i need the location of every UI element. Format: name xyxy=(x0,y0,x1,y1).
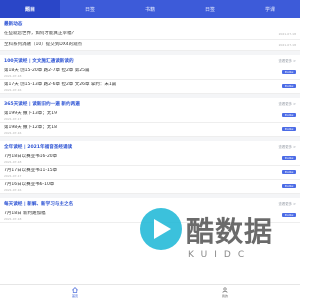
reading-item[interactable]: 7月18日 新约路加福 2021-07-18 Pratilai xyxy=(0,209,300,223)
plan-section-header: 每天读经 | 新解、新学习与主之名 查看更多 > xyxy=(0,198,300,209)
read-badge[interactable]: Pratilai xyxy=(282,184,296,188)
reading-item[interactable]: 第18天 创15-20章 路2-7章 拉2章 第25篇 2021-07-18 P… xyxy=(0,66,300,80)
read-badge[interactable]: Pratilai xyxy=(282,113,296,117)
reading-item-date: 2021-07-18 xyxy=(4,217,22,221)
plan-section-title: 每天读经 | 新解、新学习与主之名 xyxy=(4,201,74,207)
read-badge[interactable]: Pratilai xyxy=(282,213,296,217)
tab-2[interactable]: 日签 xyxy=(60,0,120,18)
news-section-header: 最新动态 xyxy=(0,18,300,29)
reading-item[interactable]: 7月16日以赛亚书6-10章 2021-07-16 Pratilai xyxy=(0,180,300,194)
read-badge[interactable]: Pratilai xyxy=(282,84,296,88)
nav-me-label: 我的 xyxy=(221,294,228,298)
top-tab-bar: 题目 日签 书籍 日签 学课 xyxy=(0,0,300,18)
reading-item[interactable]: 7月18日以赛亚书16-20章 2021-07-18 Pratilai xyxy=(0,152,300,166)
view-more-link[interactable]: 查看更多 > xyxy=(279,101,296,106)
reading-item-date: 2021-07-18 xyxy=(4,74,22,78)
tab-3[interactable]: 书籍 xyxy=(120,0,180,18)
plan-section-header: 100天读经 | 文文施汇通读新读的 查看更多 > xyxy=(0,55,300,66)
bottom-nav-bar: 首页 我的 xyxy=(0,284,300,300)
news-item-date: 2021-07-18 xyxy=(278,43,296,47)
read-badge[interactable]: Pratilai xyxy=(282,70,296,74)
user-icon xyxy=(222,287,228,293)
read-badge[interactable]: Pratilai xyxy=(282,170,296,174)
reading-item[interactable]: 第198天 撒下12章；太18 2021-07-16 Pratilai xyxy=(0,123,300,137)
reading-item-date: 2021-07-16 xyxy=(4,131,22,135)
plan-section-title: 全年读经 | 2021年福音圣经诵读 xyxy=(4,144,73,150)
plan-section-header: 全年读经 | 2021年福音圣经诵读 查看更多 > xyxy=(0,141,300,152)
view-more-link[interactable]: 查看更多 > xyxy=(279,144,296,149)
nav-home[interactable]: 首页 xyxy=(0,285,150,300)
reading-item[interactable]: 第199天 撒下13章；太19 2021-07-17 Pratilai xyxy=(0,109,300,123)
news-item-text: 至科系列消融（10）提交到DX4的观点 xyxy=(4,42,83,47)
reading-item-date: 2021-07-17 xyxy=(4,117,22,121)
news-item[interactable]: 至科系列消融（10）提交到DX4的观点 2021-07-18 xyxy=(0,40,300,51)
news-item-date: 2021-07-18 xyxy=(278,32,296,36)
reading-item-date: 2021-07-18 xyxy=(4,160,22,164)
nav-home-label: 首页 xyxy=(71,294,78,298)
reading-item[interactable]: 7月17日以赛亚书11-15章 2021-07-17 Pratilai xyxy=(0,166,300,180)
news-section-title: 最新动态 xyxy=(4,21,23,27)
read-badge[interactable]: Pratilai xyxy=(282,156,296,160)
home-icon xyxy=(72,287,78,293)
plan-section-title: 365天读经 | 读新旧约一遍 新约两遍 xyxy=(4,101,80,107)
view-more-link[interactable]: 查看更多 > xyxy=(279,58,296,63)
plan-section-title: 100天读经 | 文文施汇通读新读的 xyxy=(4,58,74,64)
view-more-link[interactable]: 查看更多 > xyxy=(279,201,296,206)
reading-item-date: 2021-07-17 xyxy=(4,174,22,178)
nav-me[interactable]: 我的 xyxy=(150,285,300,300)
news-item-text: 在些就您世界，如何才能真正幸福？ xyxy=(4,31,76,36)
reading-item[interactable]: 第17天 创15-13章 路2-6章 拉2章 文26章 拿约：末1篇 2021-… xyxy=(0,80,300,94)
reading-item-date: 2021-07-16 xyxy=(4,88,22,92)
tab-4[interactable]: 日签 xyxy=(180,0,240,18)
tab-5[interactable]: 学课 xyxy=(240,0,300,18)
feed-content: 最新动态 在些就您世界，如何才能真正幸福？ 2021-07-18 至科系列消融（… xyxy=(0,18,300,284)
read-badge[interactable]: Pratilai xyxy=(282,127,296,131)
reading-item-date: 2021-07-16 xyxy=(4,188,22,192)
news-item[interactable]: 在些就您世界，如何才能真正幸福？ 2021-07-18 xyxy=(0,29,300,40)
plan-section-header: 365天读经 | 读新旧约一遍 新约两遍 查看更多 > xyxy=(0,98,300,109)
tab-1[interactable]: 题目 xyxy=(0,0,60,18)
